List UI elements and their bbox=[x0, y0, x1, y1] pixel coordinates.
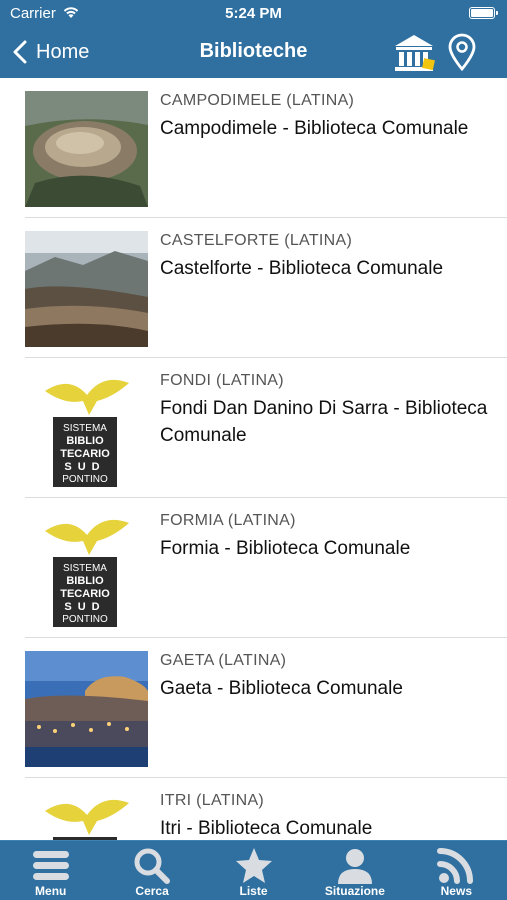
status-time: 5:24 PM bbox=[225, 5, 282, 22]
user-icon bbox=[337, 849, 372, 884]
logo-line-1: SISTEMA bbox=[63, 423, 107, 434]
logo-line-1: SISTEMA bbox=[63, 563, 107, 574]
tab-label: Liste bbox=[239, 884, 268, 898]
logo-line-4: SUD bbox=[64, 461, 105, 473]
logo-line-3: TECARIO bbox=[60, 588, 110, 600]
library-city: FORMIA (LATINA) bbox=[160, 512, 296, 529]
menu-icon bbox=[32, 851, 69, 880]
library-name: Formia - Biblioteca Comunale bbox=[160, 538, 411, 559]
back-button[interactable]: Home bbox=[12, 34, 89, 70]
battery-icon bbox=[469, 7, 498, 19]
logo-line-2: BIBLIO bbox=[66, 575, 104, 587]
logo-line-2: BIBLIO bbox=[66, 435, 104, 447]
list-item[interactable]: SISTEMA BIBLIO TECARIO SUD PONTINO FONDI… bbox=[0, 358, 507, 498]
library-city: FONDI (LATINA) bbox=[160, 372, 284, 389]
tab-menu[interactable]: Menu bbox=[0, 841, 101, 900]
library-thumbnail bbox=[25, 651, 148, 767]
list-item[interactable]: GAETA (LATINA) Gaeta - Biblioteca Comuna… bbox=[0, 638, 507, 778]
tab-bar: Menu Cerca Liste Situazione News bbox=[0, 840, 507, 900]
chevron-left-icon bbox=[13, 40, 27, 64]
list-item[interactable]: SISTEMA BIBLIO TECARIO SUD PONTINO FORMI… bbox=[0, 498, 507, 638]
tab-label: Cerca bbox=[135, 884, 169, 898]
search-icon bbox=[134, 848, 171, 884]
library-name: Fondi Dan Danino Di Sarra - Biblioteca C… bbox=[160, 398, 488, 446]
library-name: Castelforte - Biblioteca Comunale bbox=[160, 258, 444, 279]
list-item[interactable]: CASTELFORTE (LATINA) Castelforte - Bibli… bbox=[0, 218, 507, 358]
library-thumbnail bbox=[25, 91, 148, 207]
library-name: Gaeta - Biblioteca Comunale bbox=[160, 678, 403, 699]
top-bar: Carrier 5:24 PM Home Biblioteche bbox=[0, 0, 507, 78]
library-city: CAMPODIMELE (LATINA) bbox=[160, 92, 355, 109]
tab-news[interactable]: News bbox=[406, 841, 507, 900]
library-thumbnail bbox=[25, 231, 148, 347]
tab-status[interactable]: Situazione bbox=[304, 841, 405, 900]
logo-line-5: PONTINO bbox=[62, 614, 108, 625]
library-logo: SISTEMA BIBLIO TECARIO SUD PONTINO bbox=[25, 371, 148, 487]
tab-label: Menu bbox=[35, 884, 67, 898]
back-label: Home bbox=[36, 40, 90, 63]
library-list[interactable]: CAMPODIMELE (LATINA) Campodimele - Bibli… bbox=[0, 78, 507, 840]
library-logo bbox=[25, 791, 148, 840]
library-building-icon[interactable] bbox=[392, 32, 436, 74]
library-name: Itri - Biblioteca Comunale bbox=[160, 818, 373, 839]
rss-icon bbox=[437, 848, 474, 884]
status-bar: Carrier 5:24 PM bbox=[0, 0, 507, 28]
star-icon bbox=[235, 848, 272, 883]
library-city: GAETA (LATINA) bbox=[160, 652, 287, 669]
navigation-bar: Home Biblioteche bbox=[0, 28, 507, 78]
logo-line-4: SUD bbox=[64, 601, 105, 613]
tab-search[interactable]: Cerca bbox=[101, 841, 202, 900]
list-item[interactable]: ITRI (LATINA) Itri - Biblioteca Comunale bbox=[0, 778, 507, 840]
map-pin-icon[interactable] bbox=[446, 32, 478, 72]
logo-line-3: TECARIO bbox=[60, 448, 110, 460]
tab-label: Situazione bbox=[324, 884, 385, 898]
library-name: Campodimele - Biblioteca Comunale bbox=[160, 118, 469, 139]
tab-label: News bbox=[440, 884, 472, 898]
list-item[interactable]: CAMPODIMELE (LATINA) Campodimele - Bibli… bbox=[0, 78, 507, 218]
tab-lists[interactable]: Liste bbox=[203, 841, 304, 900]
logo-line-5: PONTINO bbox=[62, 474, 108, 485]
library-city: CASTELFORTE (LATINA) bbox=[160, 232, 353, 249]
library-city: ITRI (LATINA) bbox=[160, 792, 265, 809]
library-logo: SISTEMA BIBLIO TECARIO SUD PONTINO bbox=[25, 511, 148, 627]
